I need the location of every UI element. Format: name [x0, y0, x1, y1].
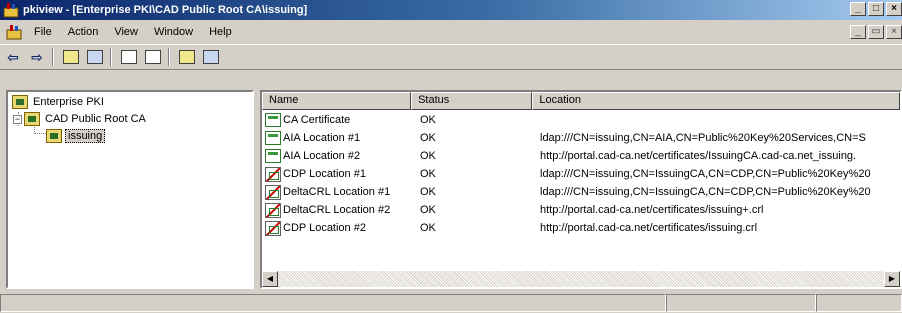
toolbar: ⇦ ⇨ — [0, 44, 902, 70]
toolbar-separator — [52, 48, 54, 66]
row-location: ldap:///CN=issuing,CN=IssuingCA,CN=CDP,C… — [540, 168, 871, 180]
row-name: AIA Location #1 — [283, 132, 361, 144]
pki-folder-icon — [12, 95, 28, 109]
crl-icon — [265, 184, 281, 200]
row-name: CDP Location #1 — [283, 168, 366, 180]
menu-help[interactable]: Help — [203, 26, 242, 38]
menu-file[interactable]: File — [28, 26, 62, 38]
title-bar[interactable]: pkiview - [Enterprise PKI\CAD Public Roo… — [0, 0, 902, 20]
tree-item-label: issuing — [65, 129, 106, 143]
row-location: ldap:///CN=issuing,CN=IssuingCA,CN=CDP,C… — [540, 186, 871, 198]
horizontal-scrollbar[interactable]: ◀ ▶ — [262, 271, 900, 287]
minimize-button[interactable]: _ — [850, 2, 866, 16]
row-status: OK — [420, 150, 436, 162]
show-action-pane-button[interactable] — [200, 47, 222, 67]
refresh-icon — [121, 50, 137, 64]
row-name: AIA Location #2 — [283, 150, 361, 162]
up-one-level-button[interactable] — [60, 47, 82, 67]
show-hide-tree-button[interactable] — [84, 47, 106, 67]
row-status: OK — [420, 222, 436, 234]
tree-item-issuing[interactable]: issuing — [46, 128, 106, 144]
row-location: ldap:///CN=issuing,CN=AIA,CN=Public%20Ke… — [540, 132, 866, 144]
forward-arrow-icon: ⇨ — [31, 48, 43, 65]
crl-icon — [265, 202, 281, 218]
console-menu-icon[interactable] — [6, 24, 22, 40]
menu-view[interactable]: View — [108, 26, 148, 38]
column-header-name[interactable]: Name — [262, 92, 412, 110]
row-status: OK — [420, 168, 436, 180]
row-status: OK — [420, 114, 436, 126]
help-button[interactable] — [176, 47, 198, 67]
ca-folder-icon — [24, 112, 40, 126]
crl-icon — [265, 220, 281, 236]
refresh-button[interactable] — [118, 47, 140, 67]
toolbar-separator — [168, 48, 170, 66]
collapse-expander-icon[interactable]: − — [13, 114, 22, 124]
close-button[interactable]: × — [886, 2, 902, 16]
console-tree-icon — [87, 50, 103, 64]
back-arrow-icon: ⇦ — [7, 48, 19, 65]
tree-connector — [34, 133, 46, 134]
menu-action[interactable]: Action — [62, 26, 109, 38]
child-restore-button[interactable]: ▭ — [868, 25, 884, 39]
status-pane-2 — [666, 294, 816, 312]
tree-item-label: CAD Public Root CA — [45, 113, 146, 125]
certificate-icon — [265, 131, 281, 145]
row-location: http://portal.cad-ca.net/certificates/Is… — [540, 150, 857, 162]
status-bar — [0, 293, 902, 313]
results-list[interactable]: Name Status Location CA Certificate OK A… — [260, 90, 902, 289]
child-minimize-button[interactable]: _ — [850, 25, 866, 39]
list-header: Name Status Location — [262, 92, 900, 110]
up-folder-icon — [63, 50, 79, 64]
row-status: OK — [420, 132, 436, 144]
menu-bar: File Action View Window Help _ ▭ × — [0, 22, 902, 42]
pkiview-app-icon — [3, 3, 19, 18]
action-pane-icon — [203, 50, 219, 64]
export-list-button[interactable] — [142, 47, 164, 67]
column-header-status[interactable]: Status — [411, 92, 533, 110]
forward-button[interactable]: ⇨ — [26, 47, 48, 67]
row-status: OK — [420, 204, 436, 216]
scroll-track[interactable] — [278, 271, 884, 287]
export-list-icon — [145, 50, 161, 64]
maximize-button[interactable]: □ — [868, 2, 884, 16]
console-tree[interactable]: Enterprise PKI − CAD Public Root CA issu… — [6, 90, 254, 289]
list-row-cdp-location-2[interactable]: CDP Location #2 OK http://portal.cad-ca.… — [262, 219, 900, 237]
row-name: CDP Location #2 — [283, 222, 366, 234]
ca-folder-icon — [46, 129, 62, 143]
menu-window[interactable]: Window — [148, 26, 203, 38]
certificate-icon — [265, 113, 281, 127]
tree-item-cad-public-root-ca[interactable]: − CAD Public Root CA — [13, 111, 148, 127]
certificate-icon — [265, 149, 281, 163]
row-location: http://portal.cad-ca.net/certificates/is… — [540, 204, 764, 216]
scroll-right-button[interactable]: ▶ — [884, 271, 900, 287]
list-row-aia-location-2[interactable]: AIA Location #2 OK http://portal.cad-ca.… — [262, 147, 900, 165]
status-pane-main — [0, 294, 666, 312]
status-pane-3 — [816, 294, 902, 312]
back-button[interactable]: ⇦ — [2, 47, 24, 67]
row-location: http://portal.cad-ca.net/certificates/is… — [540, 222, 758, 234]
list-row-aia-location-1[interactable]: AIA Location #1 OK ldap:///CN=issuing,CN… — [262, 129, 900, 147]
list-row-ca-certificate[interactable]: CA Certificate OK — [262, 111, 900, 129]
tree-item-enterprise-pki[interactable]: Enterprise PKI — [12, 94, 106, 110]
list-row-deltacrl-location-1[interactable]: DeltaCRL Location #1 OK ldap:///CN=issui… — [262, 183, 900, 201]
row-name: DeltaCRL Location #1 — [283, 186, 391, 198]
list-row-deltacrl-location-2[interactable]: DeltaCRL Location #2 OK http://portal.ca… — [262, 201, 900, 219]
row-status: OK — [420, 186, 436, 198]
scroll-left-button[interactable]: ◀ — [262, 271, 278, 287]
column-header-location[interactable]: Location — [532, 92, 900, 110]
help-icon — [179, 50, 195, 64]
toolbar-separator — [110, 48, 112, 66]
tree-item-label: Enterprise PKI — [33, 96, 104, 108]
child-close-button[interactable]: × — [886, 25, 902, 39]
row-name: DeltaCRL Location #2 — [283, 204, 391, 216]
list-row-cdp-location-1[interactable]: CDP Location #1 OK ldap:///CN=issuing,CN… — [262, 165, 900, 183]
row-name: CA Certificate — [283, 114, 351, 126]
crl-icon — [265, 166, 281, 182]
window-title: pkiview - [Enterprise PKI\CAD Public Roo… — [23, 4, 308, 16]
